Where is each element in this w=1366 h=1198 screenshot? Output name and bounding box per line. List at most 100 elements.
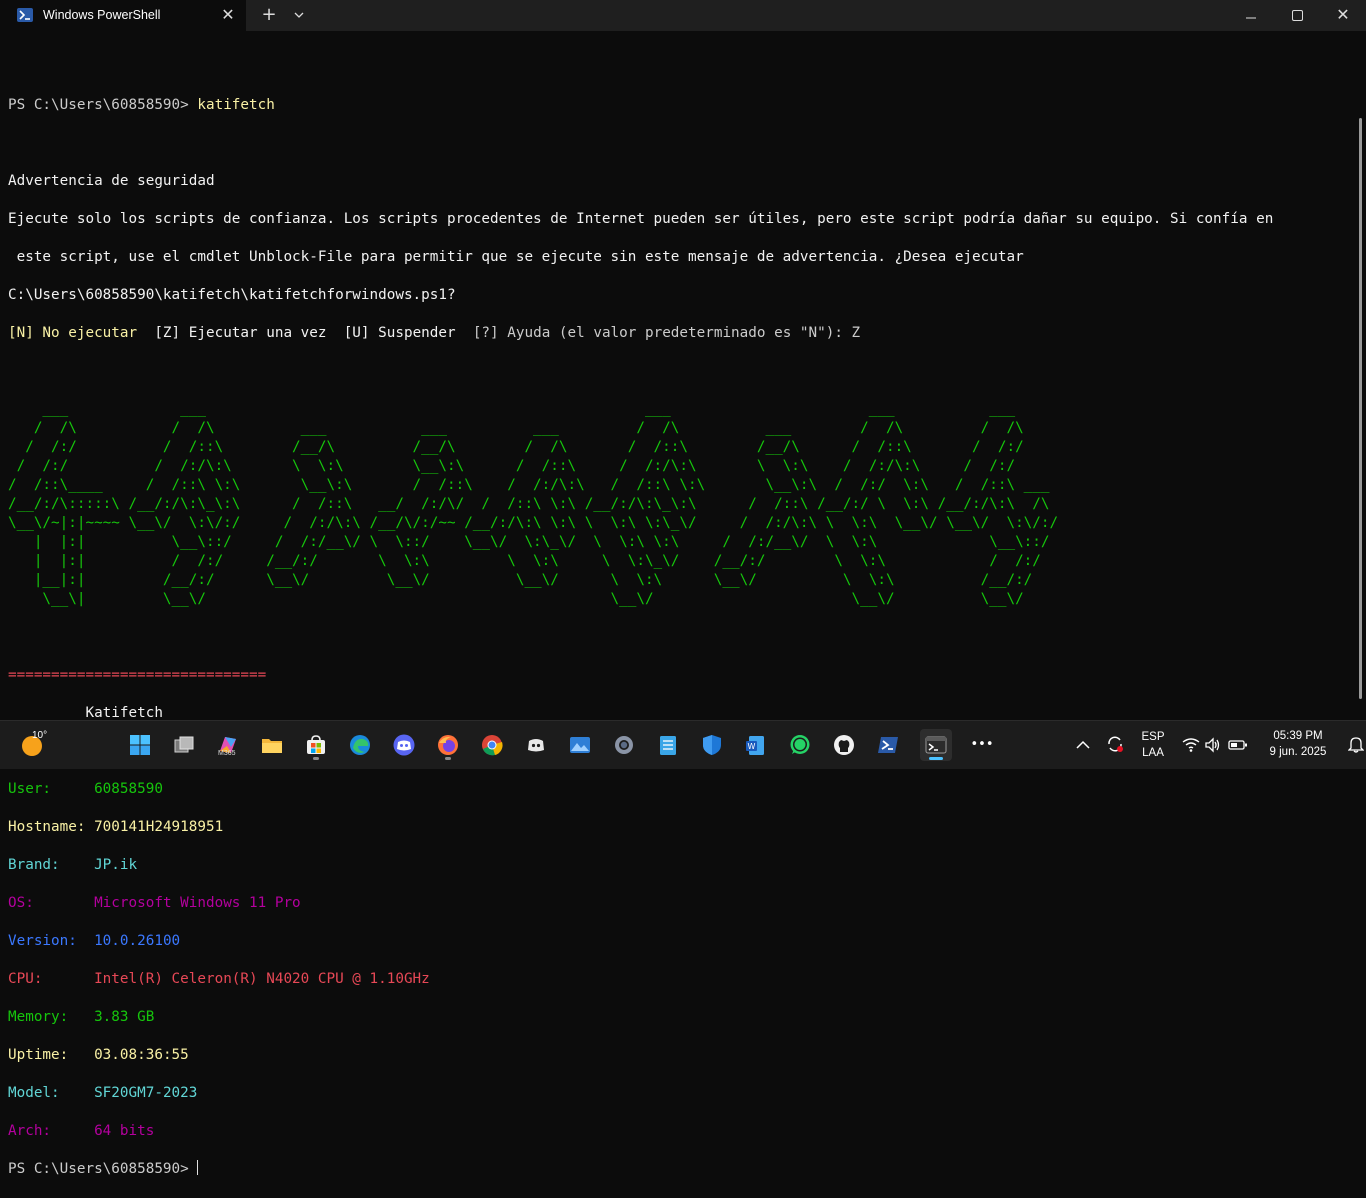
tab-dropdown-button[interactable] [289,5,309,25]
ascii-art-line: \__\| \__\/ \__\/ \__\/ \__\/ [8,591,1024,607]
title-bar: Windows PowerShell ✕ + ✕ [0,0,1366,31]
keyboard-layout[interactable]: LAA [1138,747,1168,759]
choice-line: [N] No ejecutar [Z] Ejecutar una vez [U]… [8,324,1353,343]
warning-text: este script, use el cmdlet Unblock-File … [8,249,1024,265]
choice-help: [?] Ayuda (el valor predeterminado es "N… [472,325,861,341]
discord-dark-icon [528,739,544,752]
info-row-os: OS: Microsoft Windows 11 Pro [8,894,1353,913]
firefox-button[interactable] [432,729,464,761]
notifications-button[interactable] [1347,735,1365,753]
language-code[interactable]: ESP [1138,731,1168,743]
discord-icon [393,734,415,756]
powershell-taskbar-button[interactable] [872,729,904,761]
weather-widget[interactable]: 10° [22,730,52,760]
powershell-icon [878,737,898,753]
clock-time[interactable]: 05:39 PM [1258,730,1338,742]
info-value: 700141H24918951 [94,819,224,835]
notepad-icon [660,736,676,755]
info-label: Brand: [8,857,95,873]
info-value: 10.0.26100 [94,933,181,949]
file-explorer-button[interactable] [256,729,288,761]
tab-close-button[interactable]: ✕ [218,5,238,25]
warning-text: Ejecute solo los scripts de confianza. L… [8,211,1274,227]
info-value: 60858590 [94,781,163,797]
chevron-down-icon [294,12,304,18]
info-label: Model: [8,1085,95,1101]
sync-icon [1108,736,1123,752]
task-view-button[interactable] [168,729,200,761]
maximize-button[interactable] [1286,5,1308,25]
store-icon [307,735,325,754]
clock-date[interactable]: 9 jun. 2025 [1258,746,1338,758]
prompt-line: PS C:\Users\60858590> katifetch [8,96,1353,115]
info-label: Arch: [8,1123,95,1139]
word-document-icon: W [746,736,764,755]
info-label: Version: [8,933,95,949]
separator: ============================== [8,667,267,683]
shield-icon [703,735,721,755]
info-row-cpu: CPU: Intel(R) Celeron(R) N4020 CPU @ 1.1… [8,970,1353,989]
info-label: Hostname: [8,819,95,835]
discord-button[interactable] [388,729,420,761]
chevron-up-icon [1076,740,1090,749]
word-button[interactable]: W [740,729,772,761]
new-tab-button[interactable]: + [259,5,279,25]
github-icon [834,735,854,755]
edge-button[interactable] [344,729,376,761]
overflow-button[interactable]: ••• [966,729,998,761]
ascii-art-logo: ___ ___ ___ ___ ___ / /\ / /\ ___ ___ __… [8,400,1353,609]
ascii-art-line: / /::\____ / /::\ \:\ \__\:\ / /::\ / /:… [8,477,1050,493]
ascii-art-line: ___ ___ ___ ___ ___ [8,401,1016,417]
tab-windows-powershell[interactable]: Windows PowerShell ✕ [0,0,246,31]
warning-title: Advertencia de seguridad [8,173,215,189]
info-row-brand: Brand: JP.ik [8,856,1353,875]
info-value: Intel(R) Celeron(R) N4020 CPU @ 1.10GHz [94,971,430,987]
discord-dark-button[interactable] [520,729,552,761]
terminal-icon [925,736,947,754]
store-button[interactable] [300,729,332,761]
task-view-icon [174,736,194,753]
terminal-output[interactable]: PS C:\Users\60858590> katifetch Adverten… [8,39,1353,1177]
choice-run-once: [Z] Ejecutar una vez [154,325,344,341]
quick-settings-button[interactable] [1180,735,1250,755]
chrome-button[interactable] [476,729,508,761]
m365-copilot-button[interactable]: M365 [212,729,244,761]
info-row-model: Model: SF20GM7-2023 [8,1084,1353,1103]
settings-button[interactable] [608,729,640,761]
info-value: JP.ik [94,857,138,873]
ascii-art-line: |__|:| /__/:/ \__\/ \__\/ \__\/ \ \:\ \_… [8,572,1033,588]
warning-text: C:\Users\60858590\katifetch\katifetchfor… [8,287,456,303]
info-label: OS: [8,895,95,911]
weather-temperature: 10° [32,730,48,741]
command-text: katifetch [197,97,275,113]
whatsapp-button[interactable] [784,729,816,761]
choice-suspend: [U] Suspender [343,325,473,341]
start-button[interactable] [124,729,156,761]
powershell-icon [17,8,33,22]
info-value: SF20GM7-2023 [94,1085,198,1101]
github-button[interactable] [828,729,860,761]
bell-icon [1347,737,1365,753]
minimize-icon [1246,17,1256,19]
scrollbar[interactable] [1359,118,1362,699]
chrome-icon [482,735,503,756]
wifi-icon [1182,738,1200,752]
prompt: PS C:\Users\60858590> [8,97,198,113]
sync-status-button[interactable] [1105,734,1125,754]
terminal-taskbar-button[interactable] [920,729,952,761]
show-hidden-icons-button[interactable] [1074,735,1092,753]
photos-button[interactable] [564,729,596,761]
prompt: PS C:\Users\60858590> [8,1161,198,1177]
defender-button[interactable] [696,729,728,761]
close-window-button[interactable]: ✕ [1332,5,1354,25]
info-row-arch: Arch: 64 bits [8,1122,1353,1141]
notepad-button[interactable] [652,729,684,761]
ascii-art-line: / /:/ / /::\ /__/\ /__/\ / /\ / /::\ /__… [8,439,1024,455]
running-indicator [445,757,451,760]
minimize-button[interactable] [1240,5,1262,25]
ascii-art-line: /__/:/\:::::\ /__/:/\:\_\:\ / /::\ __/ /… [8,496,1050,512]
info-value: Microsoft Windows 11 Pro [94,895,301,911]
info-label: CPU: [8,971,95,987]
